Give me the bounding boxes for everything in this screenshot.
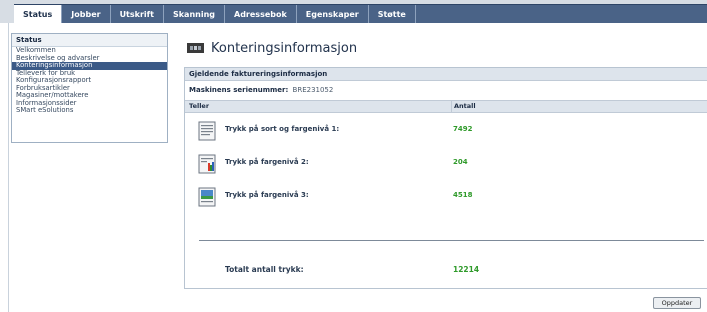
serial-number-value: BRE231052	[292, 86, 334, 94]
tab-skanning[interactable]: Skanning	[164, 5, 226, 24]
total-label: Totalt antall trykk:	[225, 265, 304, 274]
page-header: Konteringsinformasjon	[187, 38, 357, 58]
printer-display-icon	[187, 43, 204, 53]
meter-label: Trykk på fargenivå 3:	[225, 191, 309, 199]
sidebar-item-smart-esolutions[interactable]: SMart eSolutions	[12, 106, 167, 115]
table-header: Teller Antall	[185, 101, 707, 113]
column-separator	[451, 101, 452, 112]
black-print-icon	[198, 121, 216, 141]
billing-panel: Gjeldende faktureringsinformasjon Maskin…	[184, 67, 707, 289]
total-divider	[199, 240, 704, 241]
column-header-count: Antall	[454, 102, 476, 110]
page-title: Konteringsinformasjon	[211, 40, 358, 56]
column-header-counter: Teller	[189, 102, 210, 110]
tab-utskrift[interactable]: Utskrift	[111, 5, 164, 24]
tab-jobber[interactable]: Jobber	[62, 5, 111, 24]
table-row: Trykk på sort og fargenivå 1: 7492	[185, 113, 707, 146]
tab-egenskaper[interactable]: Egenskaper	[297, 5, 369, 24]
tab-stotte[interactable]: Støtte	[369, 5, 416, 24]
table-row: Trykk på fargenivå 3: 4518	[185, 179, 707, 212]
color-level-2-icon	[198, 154, 216, 174]
total-value: 12214	[453, 265, 480, 274]
table-row: Trykk på fargenivå 2: 204	[185, 146, 707, 179]
tab-status[interactable]: Status	[14, 5, 63, 24]
sidebar: Status Velkommen Beskrivelse og advarsle…	[11, 33, 168, 143]
tab-adressebok[interactable]: Adressebok	[225, 5, 297, 24]
update-button[interactable]: Oppdater	[653, 297, 701, 309]
tab-bar: Status Jobber Utskrift Skanning Adresseb…	[14, 4, 707, 24]
color-level-3-icon	[198, 187, 216, 207]
panel-heading: Gjeldende faktureringsinformasjon	[185, 68, 707, 81]
serial-number-row: Maskinens serienummer: BRE231052	[185, 81, 707, 101]
meter-value: 204	[453, 158, 468, 166]
top-navigation-bar: Status Jobber Utskrift Skanning Adresseb…	[0, 0, 707, 24]
serial-number-label: Maskinens serienummer:	[189, 86, 289, 94]
meter-label: Trykk på fargenivå 2:	[225, 158, 309, 166]
meter-value: 7492	[453, 125, 473, 133]
meter-label: Trykk på sort og fargenivå 1:	[225, 125, 340, 133]
meter-value: 4518	[453, 191, 473, 199]
